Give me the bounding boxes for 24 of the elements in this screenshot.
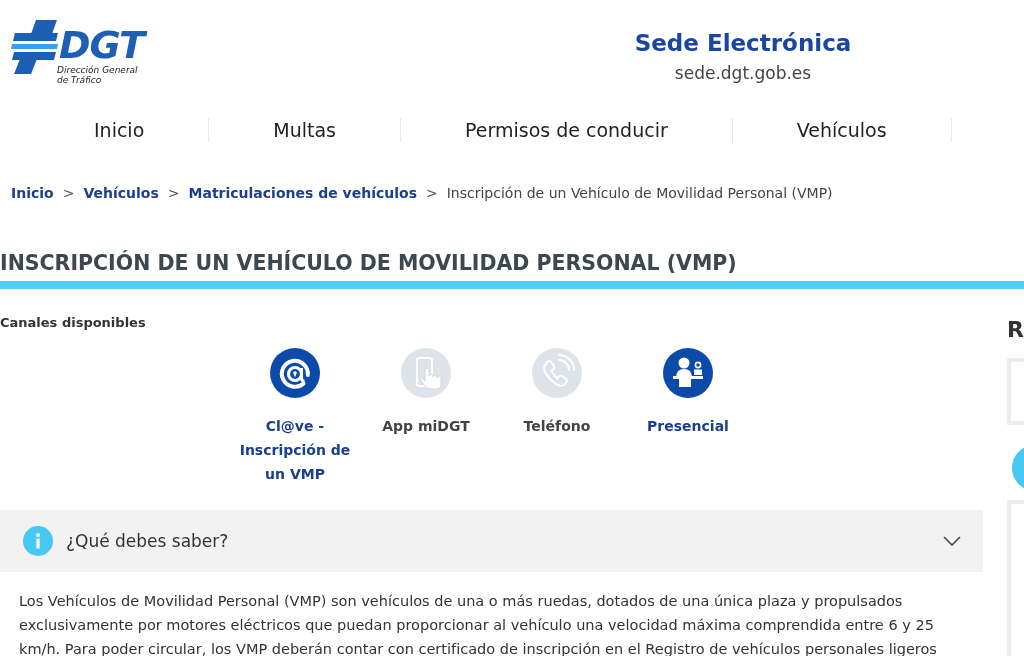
section-heading: Canales disponibles	[0, 314, 146, 332]
nav-link[interactable]: Multas	[209, 118, 401, 142]
logo-emblem-icon	[10, 20, 58, 74]
breadcrumb-separator: >	[62, 184, 75, 203]
site-title: Sede Electrónica	[634, 29, 852, 57]
sidebar-heading: R	[1007, 318, 1024, 342]
channel-link[interactable]: App miDGT	[382, 348, 470, 438]
info-icon	[23, 526, 53, 556]
channel-link[interactable]: Cl@ve - Inscripción de un VMP	[233, 348, 357, 486]
breadcrumb-link[interactable]: Matriculaciones de vehículos	[188, 183, 417, 203]
nav-link[interactable]: Inicio	[30, 118, 210, 142]
breadcrumb-link[interactable]: Vehículos	[83, 183, 159, 203]
channel-link[interactable]: Presencial	[647, 348, 729, 438]
accordion-header[interactable]: ¿Qué debes saber?	[0, 510, 983, 572]
page-title: INSCRIPCIÓN DE UN VEHÍCULO DE MOVILIDAD PERSONAL (VMP)	[0, 250, 737, 276]
channel-link[interactable]: Teléfono	[523, 348, 591, 438]
site-url: sede.dgt.gob.es	[674, 62, 812, 85]
nav-link[interactable]: Permisos de conducir	[401, 118, 733, 142]
breadcrumb-link[interactable]: Inicio	[11, 183, 54, 203]
breadcrumb-separator: >	[167, 184, 180, 203]
breadcrumb-separator: >	[426, 184, 438, 203]
logo-subtitle: Dirección General de Tráfico	[57, 65, 139, 85]
breadcrumb-current: Inscripción de un Vehículo de Movilidad Personal (VMP)	[446, 184, 833, 203]
nav-link[interactable]: Vehículos	[732, 118, 952, 142]
